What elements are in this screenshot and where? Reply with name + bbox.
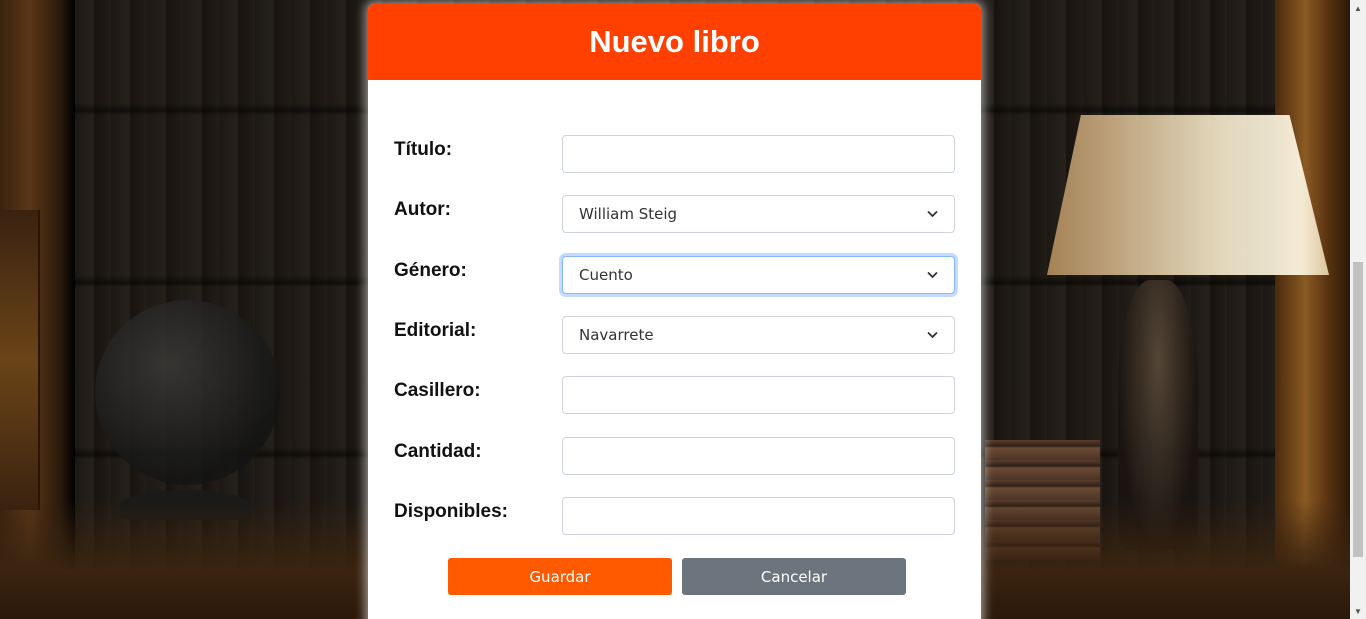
available-input[interactable] <box>562 497 955 535</box>
locker-label: Casillero: <box>394 380 481 401</box>
chevron-down-icon <box>926 208 938 220</box>
modal-title: Nuevo libro <box>589 24 760 59</box>
page-scrollbar[interactable]: ▲ ▼ <box>1350 0 1366 619</box>
quantity-input[interactable] <box>562 437 955 475</box>
author-select[interactable]: William Steig <box>562 195 955 233</box>
background-lamp-shade <box>1047 115 1329 275</box>
quantity-label: Cantidad: <box>394 441 482 462</box>
cancel-button[interactable]: Cancelar <box>682 558 906 595</box>
genre-select-value: Cuento <box>579 266 633 284</box>
title-row: Título: <box>368 135 981 175</box>
publisher-select[interactable]: Navarrete <box>562 316 955 354</box>
scroll-down-arrow-icon[interactable]: ▼ <box>1350 603 1366 619</box>
genre-select[interactable]: Cuento <box>562 256 955 294</box>
title-input[interactable] <box>562 135 955 173</box>
chevron-down-icon <box>926 329 938 341</box>
locker-input[interactable] <box>562 376 955 414</box>
author-label: Autor: <box>394 199 451 220</box>
scrollbar-thumb[interactable] <box>1353 262 1363 557</box>
quantity-row: Cantidad: <box>368 437 981 477</box>
author-select-value: William Steig <box>579 205 678 223</box>
new-book-modal: Nuevo libro Título: Autor: William Steig… <box>368 4 981 619</box>
scroll-up-arrow-icon[interactable]: ▲ <box>1350 0 1366 16</box>
chevron-down-icon <box>926 269 938 281</box>
locker-row: Casillero: <box>368 376 981 416</box>
title-label: Título: <box>394 139 453 160</box>
available-row: Disponibles: <box>368 497 981 537</box>
publisher-row: Editorial: Navarrete <box>368 316 981 356</box>
publisher-label: Editorial: <box>394 320 477 341</box>
save-button[interactable]: Guardar <box>448 558 672 595</box>
background-cabinet-left <box>0 210 40 510</box>
genre-label: Género: <box>394 260 467 281</box>
author-row: Autor: William Steig <box>368 195 981 235</box>
publisher-select-value: Navarrete <box>579 326 654 344</box>
form-actions: Guardar Cancelar <box>448 558 908 596</box>
available-label: Disponibles: <box>394 501 509 522</box>
genre-row: Género: Cuento <box>368 256 981 296</box>
background-globe <box>95 300 280 485</box>
modal-header: Nuevo libro <box>368 4 981 80</box>
